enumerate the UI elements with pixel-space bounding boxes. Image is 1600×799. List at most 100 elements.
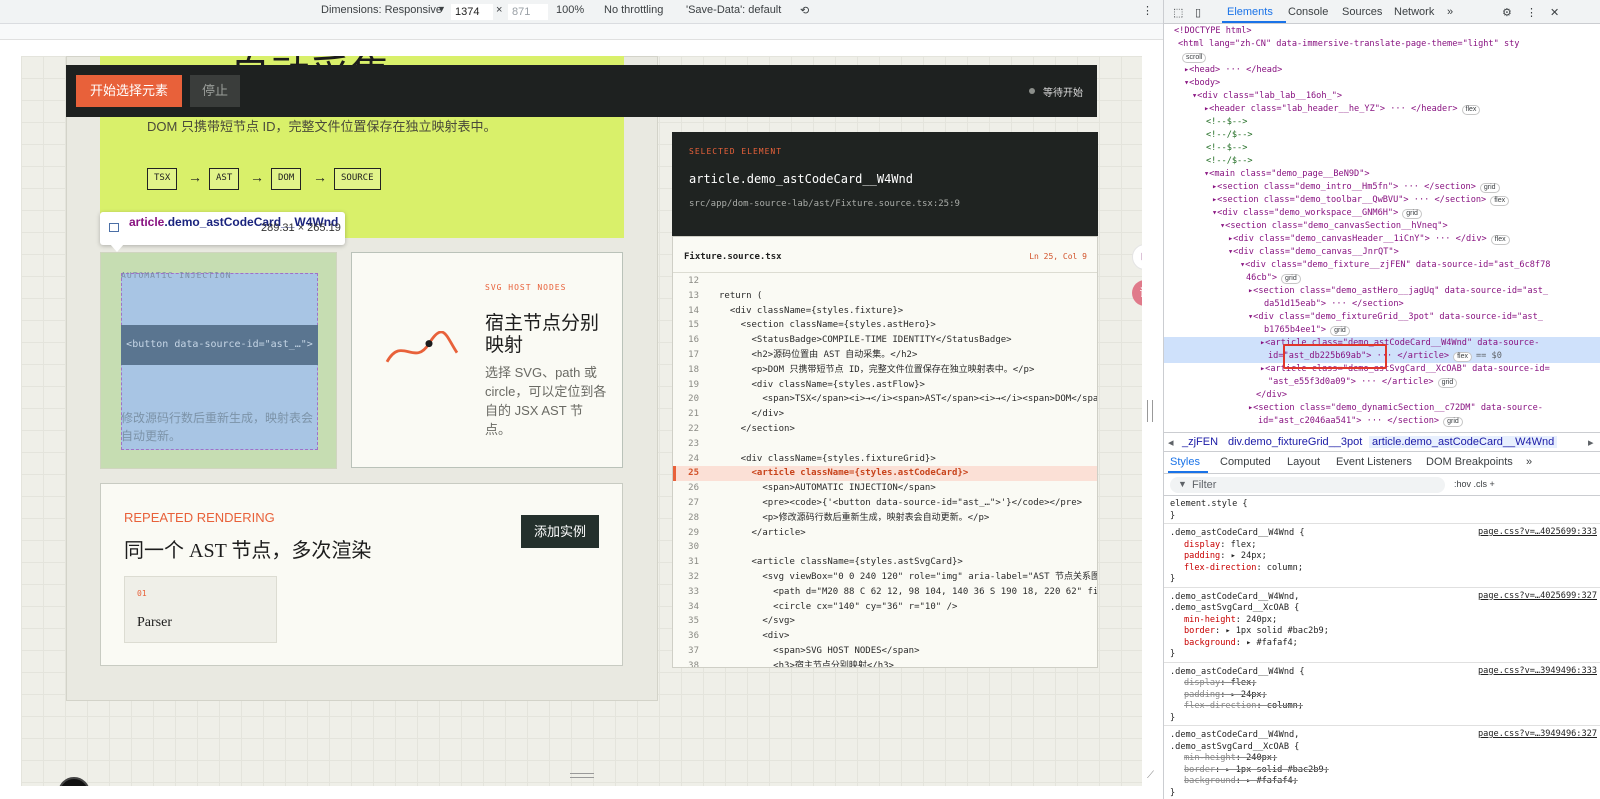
tab-styles[interactable]: Styles (1170, 456, 1200, 468)
dom-node[interactable]: <!--$--> (1164, 142, 1600, 155)
rule-source-link[interactable]: page.css?v=…4025699:333 (1478, 527, 1597, 537)
code-line: 16 <StatusBadge>COMPILE-TIME IDENTITY</S… (673, 333, 1097, 348)
more-tabs-icon[interactable]: » (1447, 6, 1453, 18)
nextjs-logo-icon[interactable]: N (58, 777, 90, 786)
tab-console[interactable]: Console (1288, 6, 1328, 18)
dom-node[interactable]: ▾<div class="demo_fixtureGrid__3pot" dat… (1164, 311, 1600, 324)
style-property: display: flex; (1184, 539, 1257, 550)
rotate-icon[interactable]: ⟲ (800, 4, 809, 17)
code-line: 32 <svg viewBox="0 0 240 120" role="img"… (673, 570, 1097, 585)
arrow-icon: → (188, 169, 202, 185)
dom-node[interactable]: id="ast_c2046aa541"> ··· </section> grid (1164, 415, 1600, 428)
layout-badge[interactable]: grid (1402, 209, 1422, 219)
close-icon[interactable]: ✕ (1550, 6, 1559, 19)
inspector-float-icon[interactable]: ⊞ (1132, 244, 1142, 270)
crumb-item-active[interactable]: article.demo_astCodeCard__W4Wnd (1369, 436, 1558, 448)
layout-badge[interactable]: flex (1490, 235, 1510, 245)
crumb-left-icon[interactable]: ◂ (1168, 436, 1174, 449)
dom-node[interactable]: ▸<section class="demo_dynamicSection__c7… (1164, 402, 1600, 415)
zoom-select[interactable]: 100% (556, 4, 584, 16)
stop-button[interactable]: 停止 (190, 75, 240, 107)
layout-badge[interactable]: grid (1281, 274, 1301, 284)
line-number: 22 (688, 423, 699, 434)
layout-badge[interactable]: grid (1479, 183, 1500, 193)
tab-elements[interactable]: Elements (1227, 6, 1273, 18)
rule-source-link[interactable]: page.css?v=…3949496:327 (1478, 729, 1597, 739)
dom-node[interactable]: <!DOCTYPE html> (1164, 25, 1600, 38)
rule-close: } (1170, 510, 1176, 521)
dom-node[interactable]: "ast_e55f3d0a09"> ··· </article> grid (1164, 376, 1600, 389)
layout-badge[interactable]: flex (1453, 352, 1472, 362)
line-text: <StatusBadge>COMPILE-TIME IDENTITY</Stat… (719, 335, 1012, 346)
ast-code-card[interactable]: AUTOMATIC INJECTION <button data-source-… (100, 252, 337, 469)
dom-node[interactable]: <!--/$--> (1164, 155, 1600, 168)
dom-node[interactable]: ▸<header class="lab_header__he_YZ"> ··· … (1164, 103, 1600, 116)
dom-node[interactable]: ▾<body> (1164, 77, 1600, 90)
translate-float-icon[interactable]: 译 (1132, 280, 1142, 306)
inspect-icon[interactable]: ⬚ (1173, 6, 1183, 19)
dom-node[interactable]: <!--/$--> (1164, 129, 1600, 142)
ast-svg-card[interactable]: SVG HOST NODES 宿主节点分别映射 选择 SVG、path 或 ci… (351, 252, 623, 468)
dom-node[interactable]: da51d15eab"> ··· </section> (1164, 298, 1600, 311)
viewport-pane: Dimensions: Responsive ▼ × 100% No throt… (0, 0, 1163, 799)
crumb-item[interactable]: _zjFEN (1182, 436, 1218, 448)
dom-node[interactable]: ▾<div class="demo_canvas__JnrQT"> (1164, 246, 1600, 259)
more-options-icon[interactable]: ⋮ (1142, 4, 1153, 17)
dom-node[interactable]: ▾<div class="demo_workspace__GNM6H"> grid (1164, 207, 1600, 220)
dom-node[interactable]: ▾<div class="demo_fixture__zjFEN" data-s… (1164, 259, 1600, 272)
state-toggles[interactable]: :hov .cls + (1454, 479, 1495, 489)
tab-layout[interactable]: Layout (1287, 456, 1320, 468)
instance-card[interactable]: 01 Parser (124, 576, 277, 643)
settings-gear-icon[interactable]: ⚙ (1502, 6, 1512, 19)
dom-node[interactable]: <html lang="zh-CN" data-immersive-transl… (1164, 38, 1600, 51)
resize-handle-bottom[interactable] (570, 773, 594, 778)
filter-icon: ▼ (1178, 479, 1187, 489)
selected-path[interactable]: src/app/dom-source-lab/ast/Fixture.sourc… (689, 199, 960, 209)
tab-dom-breakpoints[interactable]: DOM Breakpoints (1426, 456, 1513, 468)
dom-node[interactable]: ▾<section class="demo_canvasSection__hVn… (1164, 220, 1600, 233)
width-input[interactable] (451, 4, 493, 20)
line-text: <span>SVG HOST NODES</span> (719, 645, 920, 656)
rule-source-link[interactable]: page.css?v=…4025699:327 (1478, 591, 1597, 601)
resize-handle-right[interactable] (1147, 400, 1153, 422)
crumb-right-icon[interactable]: ▸ (1588, 436, 1594, 449)
tab-network[interactable]: Network (1394, 6, 1434, 18)
layout-badge[interactable]: flex (1490, 196, 1510, 206)
ast-curve-icon[interactable] (380, 331, 464, 373)
dom-node[interactable]: ▸<div class="demo_canvasHeader__1iCnY"> … (1164, 233, 1600, 246)
rule-selector: .demo_astCodeCard__W4Wnd { (1170, 666, 1305, 677)
layout-badge[interactable]: grid (1330, 326, 1350, 336)
line-number: 33 (688, 586, 699, 597)
dom-node[interactable]: ▸<head> ··· </head> (1164, 64, 1600, 77)
more-tabs-icon[interactable]: » (1526, 456, 1532, 468)
layout-badge[interactable]: grid (1443, 417, 1463, 427)
layout-badge[interactable]: grid (1437, 378, 1458, 388)
dom-node[interactable]: ▾<main class="demo_page__BeN9D"> (1164, 168, 1600, 181)
start-select-button[interactable]: 开始选择元素 (76, 75, 182, 107)
rule-source-link[interactable]: page.css?v=…3949496:333 (1478, 666, 1597, 676)
height-input[interactable] (508, 4, 548, 20)
dom-node[interactable]: ▸<section class="demo_astHero__jagUq" da… (1164, 285, 1600, 298)
resize-corner-icon[interactable]: ⟋ (1147, 770, 1154, 781)
kebab-menu-icon[interactable]: ⋮ (1526, 6, 1537, 19)
add-instance-button[interactable]: 添加实例 (521, 515, 599, 548)
layout-badge[interactable]: flex (1461, 105, 1481, 115)
dom-node[interactable]: b1765b4ee1"> grid (1164, 324, 1600, 337)
crumb-item[interactable]: div.demo_fixtureGrid__3pot (1228, 436, 1362, 448)
tab-event-listeners[interactable]: Event Listeners (1336, 456, 1412, 468)
dom-node[interactable]: ▾<div class="lab_lab__16oh_"> (1164, 90, 1600, 103)
dom-node[interactable]: </div> (1164, 389, 1600, 402)
dom-node[interactable]: ▸<section class="demo_toolbar__QwBVU"> ·… (1164, 194, 1600, 207)
throttling-select[interactable]: No throttling (604, 4, 663, 16)
dom-node[interactable]: <!--$--> (1164, 116, 1600, 129)
device-toggle-icon[interactable]: ▯ (1195, 6, 1201, 19)
tab-computed[interactable]: Computed (1220, 456, 1271, 468)
code-line: 24 <div className={styles.fixtureGrid}> (673, 452, 1097, 467)
dimensions-select[interactable]: Dimensions: Responsive (321, 4, 442, 16)
tab-sources[interactable]: Sources (1342, 6, 1382, 18)
dom-node[interactable]: ▸<section class="demo_intro__Hm5fn"> ···… (1164, 181, 1600, 194)
dom-node[interactable]: 46cb"> grid (1164, 272, 1600, 285)
save-data-select[interactable]: 'Save-Data': default (686, 4, 781, 16)
line-number: 16 (688, 335, 699, 346)
dom-node[interactable]: scroll (1164, 51, 1600, 64)
